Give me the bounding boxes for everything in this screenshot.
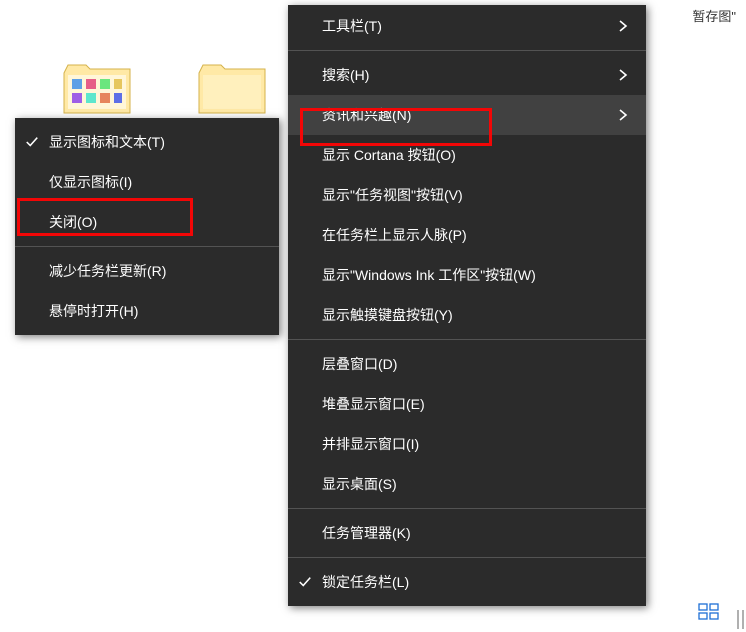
- menu-item-toolbars[interactable]: 工具栏(T): [288, 6, 646, 46]
- menu-item-taskview[interactable]: 显示"任务视图"按钮(V): [288, 175, 646, 215]
- sub-item-open-on-hover[interactable]: 悬停时打开(H): [15, 291, 279, 331]
- menu-item-cascade[interactable]: 层叠窗口(D): [288, 344, 646, 384]
- menu-separator: [288, 557, 646, 558]
- menu-separator: [15, 246, 279, 247]
- checkmark-icon: [15, 135, 49, 149]
- desktop-folder-icon[interactable]: [62, 63, 132, 115]
- menu-label: 显示"Windows Ink 工作区"按钮(W): [322, 265, 632, 285]
- menu-label: 仅显示图标(I): [49, 172, 265, 192]
- menu-item-stacked[interactable]: 堆叠显示窗口(E): [288, 384, 646, 424]
- menu-item-cortana[interactable]: 显示 Cortana 按钮(O): [288, 135, 646, 175]
- menu-label: 显示"任务视图"按钮(V): [322, 185, 632, 205]
- chevron-right-icon: [614, 19, 632, 33]
- sub-item-icons-only[interactable]: 仅显示图标(I): [15, 162, 279, 202]
- sub-item-reduce-updates[interactable]: 减少任务栏更新(R): [15, 251, 279, 291]
- menu-separator: [288, 50, 646, 51]
- menu-item-show-desktop[interactable]: 显示桌面(S): [288, 464, 646, 504]
- menu-item-task-manager[interactable]: 任务管理器(K): [288, 513, 646, 553]
- taskbar-separator-icon: [737, 610, 744, 629]
- menu-item-ink[interactable]: 显示"Windows Ink 工作区"按钮(W): [288, 255, 646, 295]
- menu-label: 显示桌面(S): [322, 474, 632, 494]
- menu-label: 在任务栏上显示人脉(P): [322, 225, 632, 245]
- sub-item-show-icons-text[interactable]: 显示图标和文本(T): [15, 122, 279, 162]
- taskbar-grid-view-icon[interactable]: [698, 603, 720, 626]
- menu-item-search[interactable]: 搜索(H): [288, 55, 646, 95]
- background-text-fragment: 暂存图": [692, 6, 736, 25]
- menu-label: 层叠窗口(D): [322, 354, 632, 374]
- menu-item-touch-keyboard[interactable]: 显示触摸键盘按钮(Y): [288, 295, 646, 335]
- menu-label: 工具栏(T): [322, 16, 614, 36]
- menu-item-news-interests[interactable]: 资讯和兴趣(N): [288, 95, 646, 135]
- menu-label: 显示触摸键盘按钮(Y): [322, 305, 632, 325]
- menu-label: 关闭(O): [49, 212, 265, 232]
- menu-separator: [288, 339, 646, 340]
- menu-label: 堆叠显示窗口(E): [322, 394, 632, 414]
- menu-label: 搜索(H): [322, 65, 614, 85]
- desktop-folder-icon[interactable]: [197, 63, 267, 115]
- menu-separator: [288, 508, 646, 509]
- menu-item-lock-taskbar[interactable]: 锁定任务栏(L): [288, 562, 646, 602]
- chevron-right-icon: [614, 68, 632, 82]
- news-interests-submenu: 显示图标和文本(T) 仅显示图标(I) 关闭(O) 减少任务栏更新(R) 悬停时…: [15, 118, 279, 335]
- menu-label: 减少任务栏更新(R): [49, 261, 265, 281]
- menu-label: 并排显示窗口(I): [322, 434, 632, 454]
- chevron-right-icon: [614, 108, 632, 122]
- sub-item-close[interactable]: 关闭(O): [15, 202, 279, 242]
- taskbar-context-menu: 工具栏(T) 搜索(H) 资讯和兴趣(N) 显示 Cortana 按钮(O) 显…: [288, 5, 646, 606]
- menu-label: 显示图标和文本(T): [49, 132, 265, 152]
- menu-label: 任务管理器(K): [322, 523, 632, 543]
- menu-label: 显示 Cortana 按钮(O): [322, 145, 632, 165]
- menu-label: 锁定任务栏(L): [322, 572, 632, 592]
- menu-item-side-by-side[interactable]: 并排显示窗口(I): [288, 424, 646, 464]
- menu-label: 资讯和兴趣(N): [322, 105, 614, 125]
- checkmark-icon: [288, 575, 322, 589]
- menu-label: 悬停时打开(H): [49, 301, 265, 321]
- menu-item-people[interactable]: 在任务栏上显示人脉(P): [288, 215, 646, 255]
